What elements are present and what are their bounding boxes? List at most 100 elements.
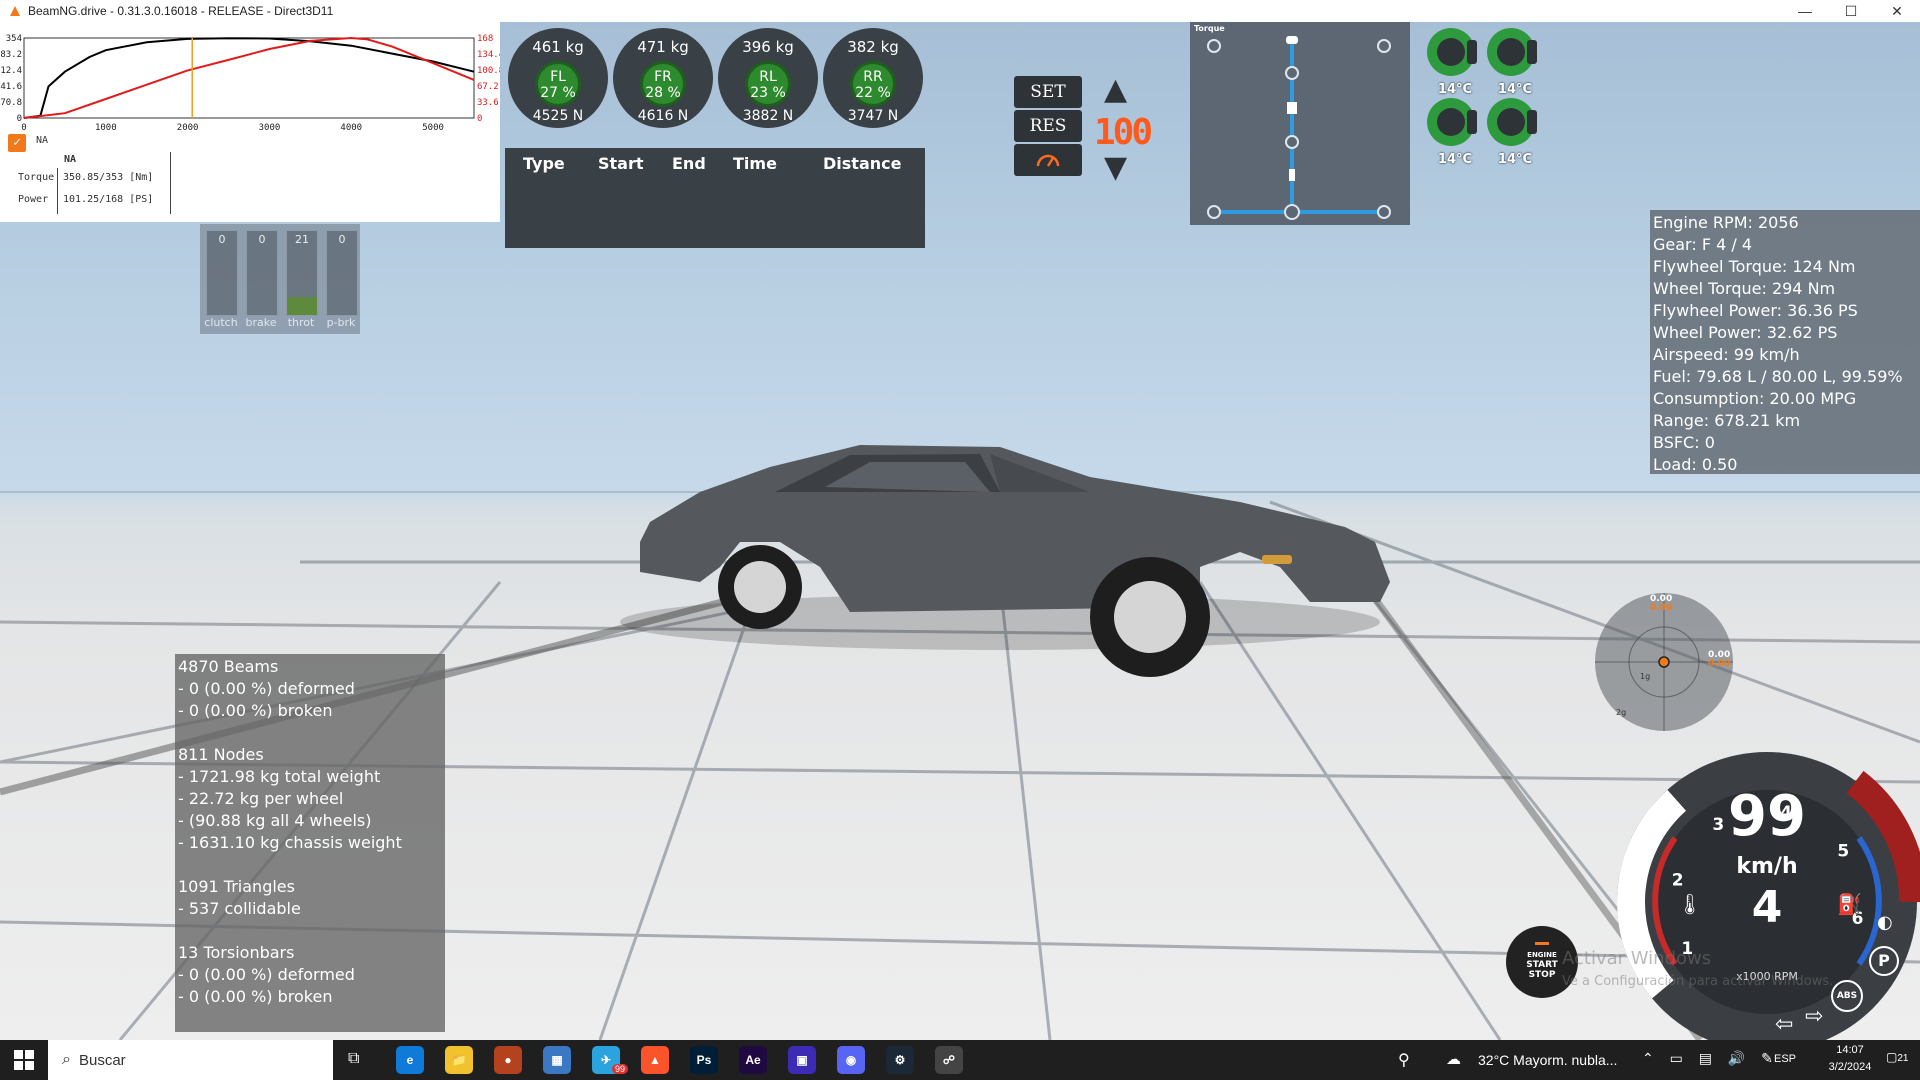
engine-info-line: Fuel: 79.68 L / 80.00 L, 99.59% [1653, 367, 1903, 386]
engine-info-line: Flywheel Torque: 124 Nm [1653, 257, 1856, 276]
cruise-toggle-button[interactable] [1014, 144, 1082, 176]
taskbar-app-6[interactable]: Ps [690, 1046, 718, 1074]
taskbar-app-9[interactable]: ◉ [837, 1046, 865, 1074]
fuel-icon: ⛽ [1837, 892, 1862, 916]
drivetrain-diagram [1207, 36, 1391, 220]
beams-info-line: - 0 (0.00 %) broken [178, 987, 333, 1006]
abs-indicator: ABS [1831, 980, 1863, 1012]
car-model [620, 445, 1390, 677]
torque-value: 350.85/353 [Nm] [63, 172, 154, 183]
power-axis-tick: 0 [477, 114, 482, 124]
language-indicator[interactable]: ESP [1774, 1053, 1796, 1065]
pedal-fill [287, 297, 317, 315]
taskbar-app-3[interactable]: ▦ [543, 1046, 571, 1074]
engine-name: NA [64, 154, 77, 165]
cruise-down-button[interactable]: ▼ [1104, 150, 1127, 185]
wheel-load-force: 3747 N [847, 108, 899, 124]
torque-distribution-panel: Torque [1190, 22, 1410, 225]
tyre-temps-panel: 14°C 14°C 14°C 14°C [1425, 26, 1565, 176]
pedal-value: 0 [338, 233, 346, 246]
tyre-temp-3: 14°C [1485, 96, 1545, 167]
header-distance: Distance [823, 154, 902, 173]
wheel-name: FR [654, 69, 672, 85]
taskbar-app-7[interactable]: Ae [739, 1046, 767, 1074]
weather-text[interactable]: 32°C Mayorm. nubla... [1478, 1052, 1617, 1068]
header-start: Start [598, 154, 644, 173]
engine-info-line: Flywheel Power: 36.36 PS [1653, 301, 1858, 320]
cruise-up-button[interactable]: ▲ [1104, 72, 1127, 107]
notification-center-icon[interactable]: ▢21 [1886, 1050, 1908, 1064]
beams-info-line: - 1631.10 kg chassis weight [178, 833, 402, 852]
cruise-control-panel: SET RES ▲ 100 ▼ [1012, 52, 1153, 192]
system-tray-icons[interactable]: ⌃ ▭ ▤ 🔊 ✎ [1642, 1050, 1779, 1067]
clock-date[interactable]: 3/2/2024 [1812, 1061, 1888, 1073]
maximize-button[interactable]: ☐ [1828, 0, 1874, 22]
power-axis-tick: 33.6 [477, 98, 499, 108]
wheel-loads-panel: 461 kg FL 27 % 4525 N 471 kg FR 28 % 4616 N 396 … [508, 22, 928, 132]
taskbar-search-box[interactable]: ⌕ Buscar [48, 1040, 333, 1080]
taskbar-app-8[interactable]: ▣ [788, 1046, 816, 1074]
wheel-load-force: 4616 N [637, 108, 689, 124]
cruise-set-button[interactable]: SET [1014, 76, 1082, 108]
clock-time[interactable]: 14:07 [1820, 1044, 1880, 1056]
rpm-axis-tick: 2000 [177, 123, 199, 133]
tyre-icon [1427, 28, 1477, 76]
wheel-load-kg: 461 kg [532, 38, 584, 56]
rpm-axis-tick: 3000 [259, 123, 281, 133]
tyre-temp-value: 14°C [1497, 82, 1533, 97]
torque-panel-title: Torque [1194, 24, 1225, 33]
cruise-resume-button[interactable]: RES [1014, 110, 1082, 142]
taskbar-app-10[interactable]: ⚙ [886, 1046, 914, 1074]
pedal-value: 21 [295, 233, 309, 246]
beams-info-line: 4870 Beams [178, 657, 279, 676]
wheel-name: RL [759, 69, 777, 85]
wheel-load-ring: RR 22 % [850, 61, 896, 107]
beams-info-line: - 22.72 kg per wheel [178, 789, 344, 808]
search-icon: ⌕ [62, 1051, 71, 1068]
tyre-temp-1: 14°C [1485, 26, 1545, 97]
torque-axis-tick: 283.2 [0, 50, 22, 60]
window-titlebar: BeamNG.drive - 0.31.3.0.16018 - RELEASE … [0, 0, 1920, 22]
taskbar-app-1[interactable]: 📁 [445, 1046, 473, 1074]
pedal-label: throt [287, 316, 315, 329]
gforce-ring-2g: 2g [1616, 708, 1627, 717]
taskbar-app-2[interactable]: ● [494, 1046, 522, 1074]
game-viewport[interactable]: 354 283.2 212.4 141.6 70.8 0 168 134.4 100.8 67.… [0, 22, 1920, 1040]
wheel-load-pct: 23 % [750, 85, 786, 101]
task-view-icon[interactable]: ⧉ [348, 1050, 359, 1068]
torque-axis-tick: 70.8 [0, 98, 22, 108]
beams-info-line: - 0 (0.00 %) deformed [178, 965, 355, 984]
taskbar-app-0[interactable]: e [396, 1046, 424, 1074]
rpm-axis-tick: 5000 [422, 123, 444, 133]
gforce-top-value-2: 0.00 [1650, 603, 1673, 613]
search-placeholder: Buscar [78, 1051, 126, 1069]
people-icon[interactable]: ⚲ [1398, 1050, 1410, 1070]
taskbar-app-5[interactable]: ▲ [641, 1046, 669, 1074]
gforce-ring-1g: 1g [1640, 672, 1651, 681]
pedal-label: brake [245, 316, 277, 329]
beams-info-line [178, 854, 442, 876]
close-button[interactable]: ✕ [1874, 0, 1920, 22]
windows-start-icon[interactable] [14, 1050, 34, 1070]
windows-activation-title: Activar Windows [1562, 948, 1712, 969]
turn-signal-right-icon: ⇨ [1805, 1004, 1824, 1029]
rpm-tick-label: 5 [1837, 842, 1849, 862]
wheel-load-pct: 27 % [540, 85, 576, 101]
engine-info-line: Range: 678.21 km [1653, 411, 1801, 430]
torque-axis-tick: 141.6 [0, 82, 22, 92]
minimize-button[interactable]: — [1782, 0, 1828, 22]
wheel-load-kg: 471 kg [637, 38, 689, 56]
engine-info-line: Load: 0.50 [1653, 455, 1738, 474]
beams-info-line [178, 722, 442, 744]
beams-info-line [178, 920, 442, 942]
pedal-value: 0 [258, 233, 266, 246]
rpm-tick-label: 2 [1672, 871, 1684, 891]
pedal-bar-brake: 0 [246, 230, 278, 316]
taskbar-app-11[interactable]: ☍ [935, 1046, 963, 1074]
engine-temp-icon: 🌡 [1677, 892, 1703, 916]
power-axis-tick: 100.8 [477, 66, 500, 76]
wheel-load-force: 3882 N [742, 108, 794, 124]
wheel-load-fr: 471 kg FR 28 % 4616 N [613, 28, 713, 128]
na-checkbox[interactable]: ✓ [8, 134, 26, 152]
wheel-load-ring: FR 28 % [640, 61, 686, 107]
